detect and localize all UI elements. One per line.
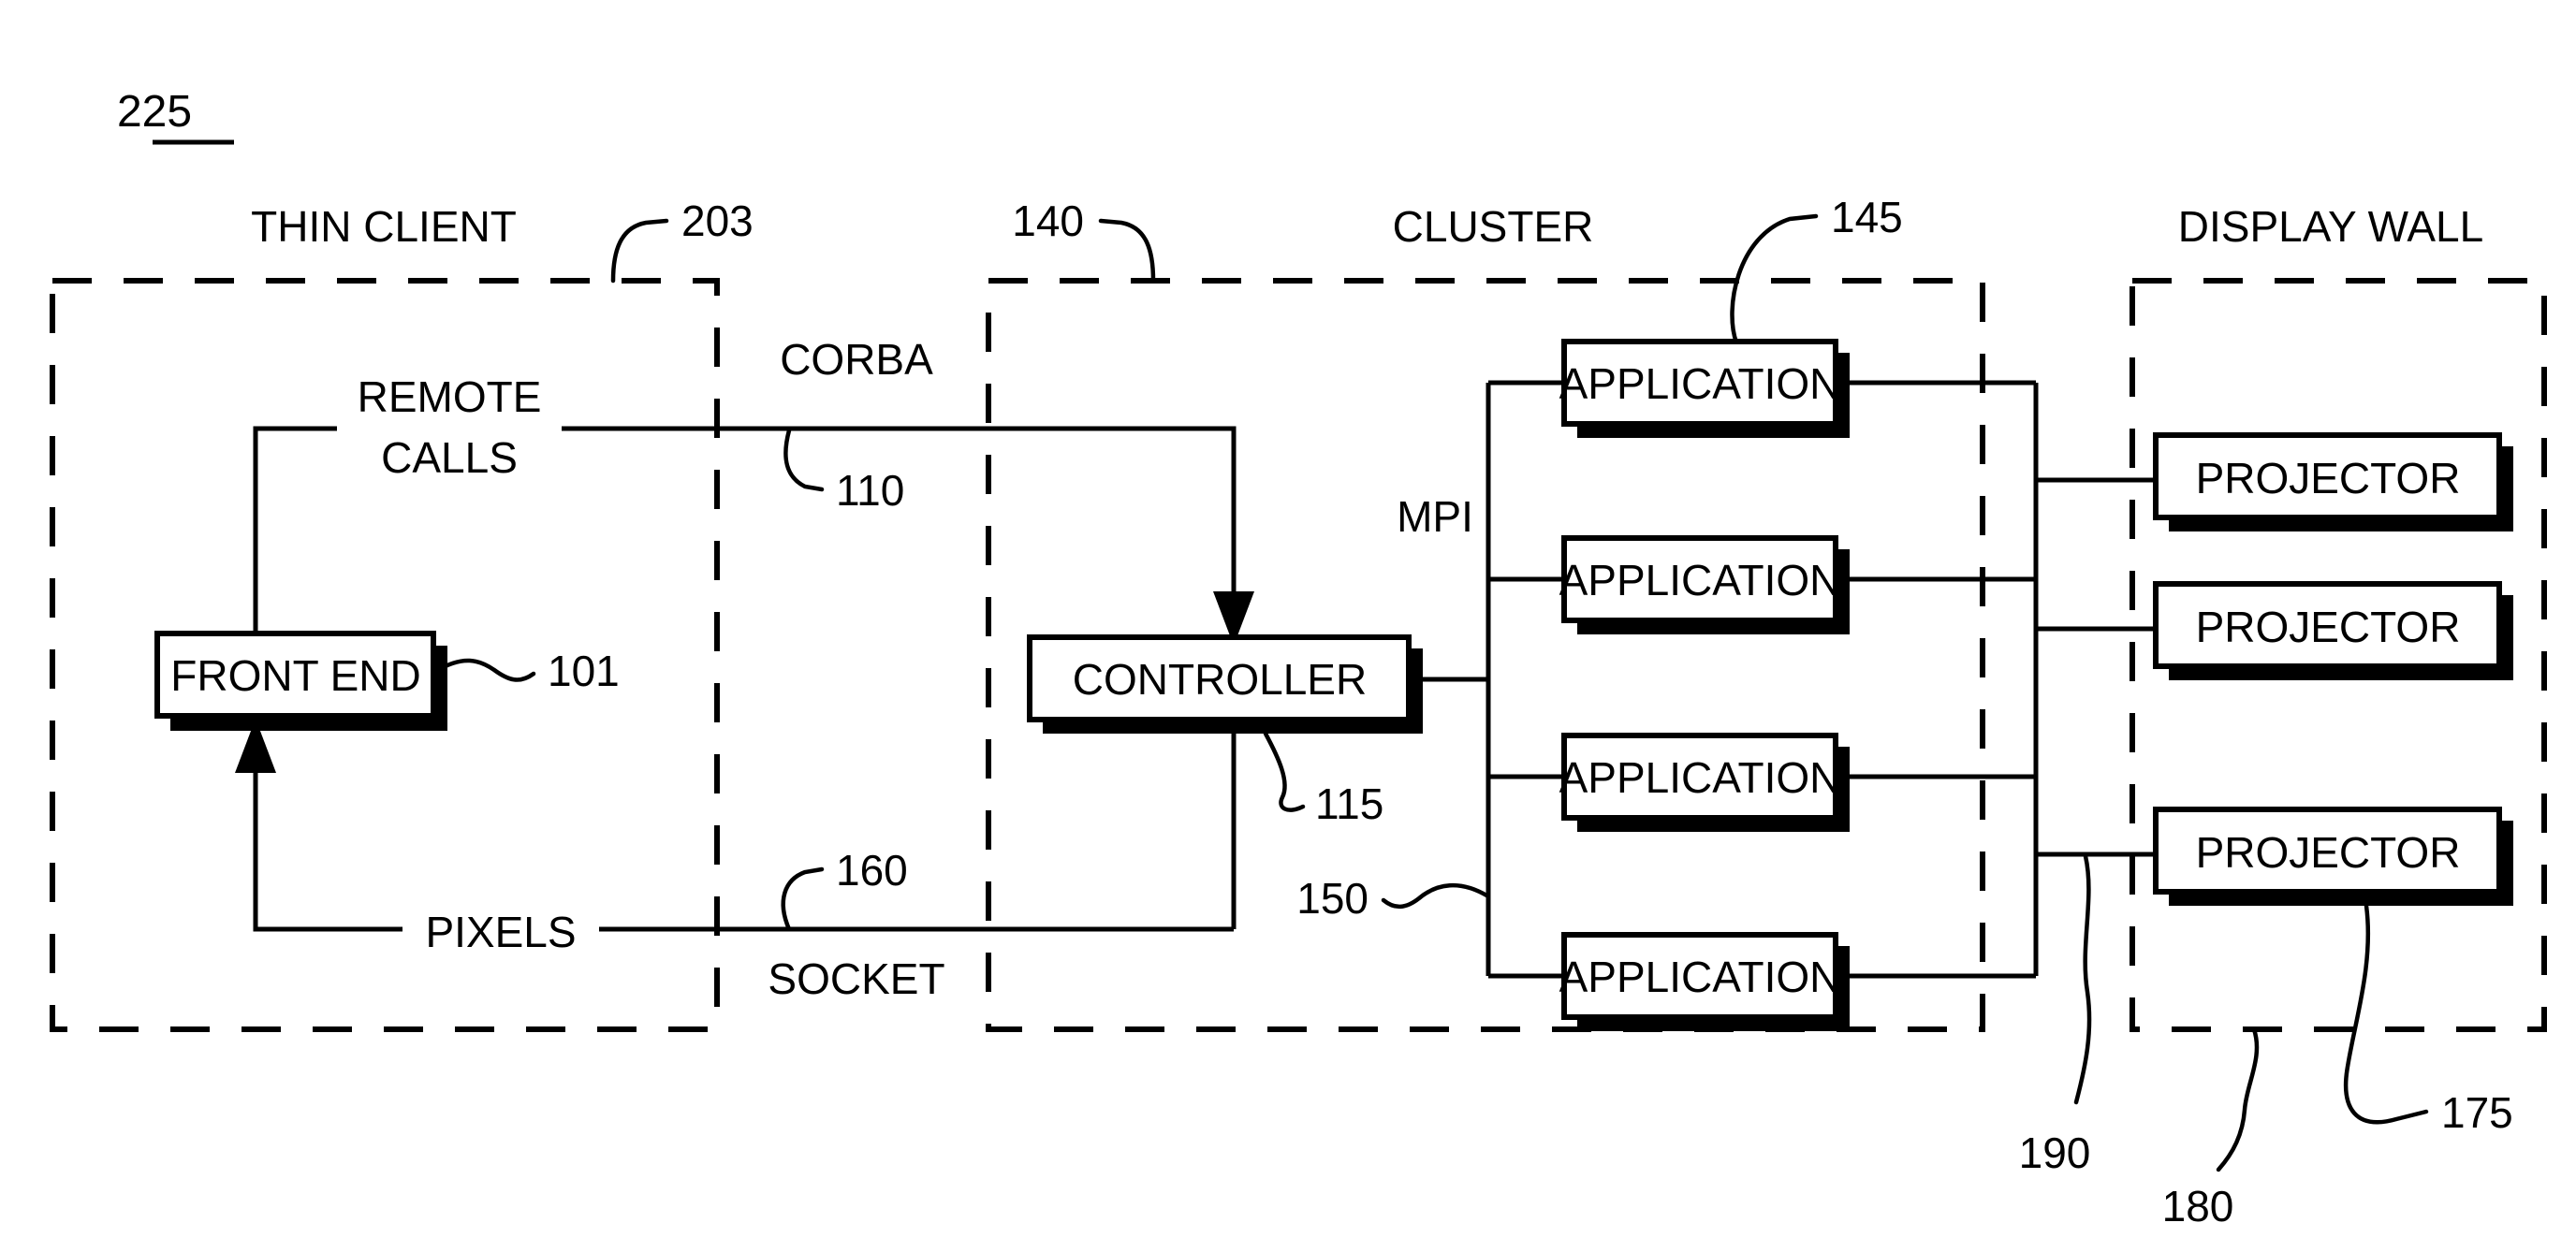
application-4-shadow-bottom <box>1577 1019 1849 1031</box>
ref-numeral-190: 190 <box>2019 1128 2091 1177</box>
application-3-shadow-bottom <box>1577 820 1849 832</box>
projector-1-shadow-bottom <box>2169 519 2512 531</box>
application-2-label: APPLICATION <box>1559 556 1841 604</box>
box-application-3[interactable]: APPLICATION <box>1559 733 1850 832</box>
box-projector-2[interactable]: PROJECTOR <box>2153 581 2513 680</box>
figure-number-text: 225 <box>117 87 192 137</box>
zone-title-thin-client: THIN CLIENT <box>251 202 517 251</box>
connection-label-mpi: MPI <box>1397 492 1473 541</box>
ref-numeral-150: 150 <box>1296 874 1368 923</box>
controller-shadow-right <box>1411 648 1423 734</box>
box-projector-1[interactable]: PROJECTOR <box>2153 432 2513 531</box>
application-1-shadow-bottom <box>1577 426 1849 438</box>
front-end-shadow-right <box>435 646 447 731</box>
projector-3-label: PROJECTOR <box>2196 828 2461 877</box>
zone-title-display-wall: DISPLAY WALL <box>2178 202 2483 251</box>
ref-numeral-115: 115 <box>1315 779 1383 828</box>
connection-label-remote-calls-line1: REMOTE <box>358 372 542 421</box>
ref-numeral-175: 175 <box>2441 1088 2513 1137</box>
front-end-label: FRONT END <box>170 651 421 700</box>
ref-numeral-160: 160 <box>836 846 908 895</box>
controller-label: CONTROLLER <box>1073 655 1367 704</box>
ref-numeral-110: 110 <box>836 466 904 515</box>
projector-3-shadow-right <box>2501 821 2513 906</box>
connection-label-corba: CORBA <box>780 335 933 384</box>
ref-numeral-180: 180 <box>2162 1182 2234 1230</box>
box-front-end[interactable]: FRONT END <box>154 631 447 731</box>
projector-2-shadow-right <box>2501 595 2513 680</box>
box-projector-3[interactable]: PROJECTOR <box>2153 807 2513 906</box>
box-controller[interactable]: CONTROLLER <box>1027 634 1423 734</box>
connection-label-remote-calls-line2: CALLS <box>381 433 518 482</box>
ref-numeral-145: 145 <box>1831 193 1903 241</box>
connection-label-socket: SOCKET <box>768 954 944 1003</box>
projector-2-label: PROJECTOR <box>2196 603 2461 651</box>
box-application-2[interactable]: APPLICATION <box>1559 535 1850 634</box>
application-4-label: APPLICATION <box>1559 953 1841 1001</box>
application-2-shadow-bottom <box>1577 622 1849 634</box>
box-application-1[interactable]: APPLICATION <box>1559 339 1850 438</box>
box-application-4[interactable]: APPLICATION <box>1559 932 1850 1031</box>
projector-1-shadow-right <box>2501 446 2513 531</box>
ref-numeral-140: 140 <box>1012 197 1084 245</box>
ref-numeral-101: 101 <box>548 647 620 695</box>
projector-2-shadow-bottom <box>2169 668 2512 680</box>
application-3-label: APPLICATION <box>1559 753 1841 802</box>
zone-title-cluster: CLUSTER <box>1393 202 1594 251</box>
projector-1-label: PROJECTOR <box>2196 454 2461 502</box>
ref-numeral-203: 203 <box>681 197 754 245</box>
projector-3-shadow-bottom <box>2169 894 2512 906</box>
front-end-shadow-bottom <box>170 719 446 731</box>
connection-label-pixels: PIXELS <box>425 908 576 956</box>
controller-shadow-bottom <box>1043 721 1422 734</box>
application-1-label: APPLICATION <box>1559 359 1841 408</box>
patent-figure-diagram: 225 THIN CLIENT CLUSTER DISPLAY WALL 203… <box>0 0 2576 1252</box>
